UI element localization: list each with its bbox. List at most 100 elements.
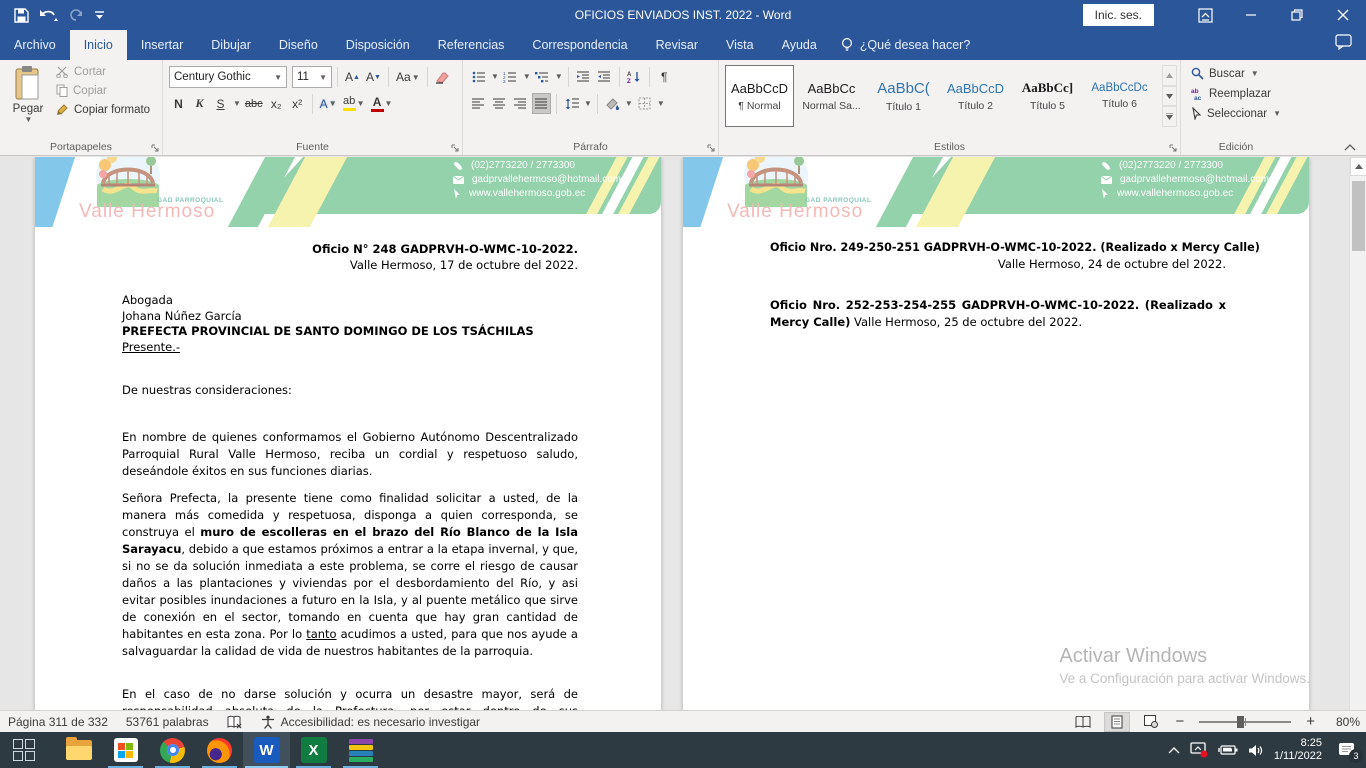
tab-correspondencia[interactable]: Correspondencia — [518, 30, 641, 60]
tab-insertar[interactable]: Insertar — [127, 30, 197, 60]
page-indicator[interactable]: Página 311 de 332 — [8, 715, 108, 729]
subscript-button[interactable]: x₂ — [267, 93, 286, 114]
taskbar-excel[interactable]: X — [290, 732, 337, 768]
read-mode-icon[interactable] — [1070, 712, 1096, 732]
multilevel-list-icon[interactable] — [533, 66, 552, 87]
superscript-button[interactable]: x² — [288, 93, 307, 114]
font-dialog-launcher-icon[interactable] — [451, 144, 459, 152]
tab-revisar[interactable]: Revisar — [642, 30, 712, 60]
taskbar-microsoft-store[interactable] — [102, 732, 149, 768]
line-spacing-icon[interactable] — [562, 93, 581, 114]
find-button[interactable]: Buscar▼ — [1191, 67, 1281, 80]
taskbar-winrar[interactable] — [337, 732, 384, 768]
tab-dibujar[interactable]: Dibujar — [197, 30, 265, 60]
cut-button[interactable]: Cortar — [56, 66, 150, 78]
paste-dropdown-icon[interactable]: ▼ — [25, 115, 33, 124]
strikethrough-button[interactable]: abc — [243, 93, 265, 114]
borders-icon[interactable] — [635, 93, 654, 114]
font-size-combobox[interactable]: 11▼ — [292, 66, 332, 88]
style-titulo-2[interactable]: AaBbCcD Título 2 — [941, 65, 1010, 127]
document-page-1[interactable]: Valle Hermoso GAD PARROQUIAL (02)2773220… — [35, 157, 661, 710]
tell-me-search[interactable]: ¿Qué desea hacer? — [831, 30, 981, 60]
grow-font-button[interactable]: A▲ — [343, 67, 362, 88]
text-effects-button[interactable]: A▼ — [318, 93, 339, 114]
change-case-button[interactable]: Aa▼ — [394, 67, 422, 88]
web-layout-icon[interactable] — [1138, 712, 1164, 732]
save-icon[interactable] — [14, 8, 29, 23]
styles-scroll-down-icon[interactable] — [1162, 86, 1177, 107]
ribbon-display-options-icon[interactable] — [1182, 0, 1228, 30]
copy-button[interactable]: Copiar — [56, 84, 150, 97]
notification-center-icon[interactable]: 3 — [1338, 742, 1356, 758]
word-count[interactable]: 53761 palabras — [126, 715, 209, 729]
tray-chevron-icon[interactable] — [1168, 746, 1180, 754]
proofing-icon[interactable] — [227, 715, 243, 729]
tab-inicio[interactable]: Inicio — [70, 30, 127, 60]
scroll-up-icon[interactable] — [1350, 157, 1366, 176]
bold-button[interactable]: N — [169, 93, 188, 114]
scrollbar-thumb[interactable] — [1352, 181, 1365, 251]
select-button[interactable]: Seleccionar▼ — [1191, 107, 1281, 120]
paragraph-dialog-launcher-icon[interactable] — [707, 144, 715, 152]
styles-scroll-up-icon[interactable] — [1162, 65, 1177, 86]
styles-gallery-expand-icon[interactable] — [1162, 106, 1177, 127]
clipboard-dialog-launcher-icon[interactable] — [151, 144, 159, 152]
undo-icon[interactable] — [39, 8, 59, 22]
tab-disposicion[interactable]: Disposición — [332, 30, 424, 60]
numbering-icon[interactable]: 123 — [501, 66, 520, 87]
tray-clock[interactable]: 8:25 1/11/2022 — [1274, 737, 1322, 763]
taskbar-file-explorer[interactable] — [55, 732, 102, 768]
style-titulo-1[interactable]: AaBbC( Título 1 — [869, 65, 938, 127]
zoom-level[interactable]: 80% — [1326, 715, 1360, 729]
align-center-icon[interactable] — [490, 93, 509, 114]
zoom-in-button[interactable]: + — [1303, 713, 1318, 730]
underline-dropdown-icon[interactable]: ▼ — [233, 99, 241, 108]
tray-battery-icon[interactable] — [1218, 744, 1238, 756]
highlight-color-button[interactable]: ab▼ — [341, 93, 367, 114]
close-button[interactable] — [1320, 0, 1366, 30]
styles-dialog-launcher-icon[interactable] — [1169, 144, 1177, 152]
justify-icon[interactable] — [532, 93, 551, 114]
sign-in-button[interactable]: Inic. ses. — [1083, 4, 1154, 26]
tab-ayuda[interactable]: Ayuda — [768, 30, 831, 60]
zoom-slider-thumb[interactable] — [1237, 716, 1244, 728]
show-paragraph-marks-button[interactable]: ¶ — [655, 66, 674, 87]
redo-icon[interactable] — [69, 8, 84, 22]
style-titulo-5[interactable]: AaBbCc] Título 5 — [1013, 65, 1082, 127]
taskbar-word[interactable]: W — [243, 732, 290, 768]
tab-referencias[interactable]: Referencias — [424, 30, 519, 60]
shrink-font-button[interactable]: A▼ — [364, 67, 383, 88]
print-layout-icon[interactable] — [1104, 712, 1130, 732]
replace-button[interactable]: abac Reemplazar — [1191, 87, 1281, 100]
font-family-combobox[interactable]: Century Gothic▼ — [169, 66, 287, 88]
font-color-button[interactable]: A▼ — [369, 93, 395, 114]
decrease-indent-icon[interactable] — [574, 66, 593, 87]
restore-button[interactable] — [1274, 0, 1320, 30]
customize-qat-icon[interactable] — [94, 9, 105, 21]
document-page-2[interactable]: Valle Hermoso GAD PARROQUIAL (02)2773220… — [683, 157, 1309, 710]
taskbar-chrome[interactable] — [149, 732, 196, 768]
shading-icon[interactable] — [603, 93, 622, 114]
taskbar-firefox[interactable] — [196, 732, 243, 768]
underline-button[interactable]: S — [211, 93, 230, 114]
style-normal[interactable]: AaBbCcD ¶ Normal — [725, 65, 794, 127]
bullets-icon[interactable] — [469, 66, 488, 87]
tab-diseno[interactable]: Diseño — [265, 30, 332, 60]
paste-button[interactable]: Pegar ▼ — [6, 65, 50, 137]
italic-button[interactable]: K — [190, 93, 209, 114]
tray-cast-icon[interactable] — [1190, 742, 1208, 758]
vertical-scrollbar[interactable] — [1349, 157, 1366, 710]
feedback-icon[interactable] — [1335, 34, 1352, 50]
zoom-slider[interactable] — [1199, 721, 1291, 723]
increase-indent-icon[interactable] — [595, 66, 614, 87]
align-left-icon[interactable] — [469, 93, 488, 114]
format-painter-button[interactable]: Copiar formato — [56, 103, 150, 116]
align-right-icon[interactable] — [511, 93, 530, 114]
style-normal-sa[interactable]: AaBbCc Normal Sa... — [797, 65, 866, 127]
start-button[interactable] — [0, 732, 47, 768]
minimize-button[interactable] — [1228, 0, 1274, 30]
tab-vista[interactable]: Vista — [712, 30, 768, 60]
accessibility-status[interactable]: Accesibilidad: es necesario investigar — [261, 715, 480, 729]
style-titulo-6[interactable]: AaBbCcDc Título 6 — [1085, 65, 1154, 127]
collapse-ribbon-icon[interactable] — [1344, 144, 1356, 151]
